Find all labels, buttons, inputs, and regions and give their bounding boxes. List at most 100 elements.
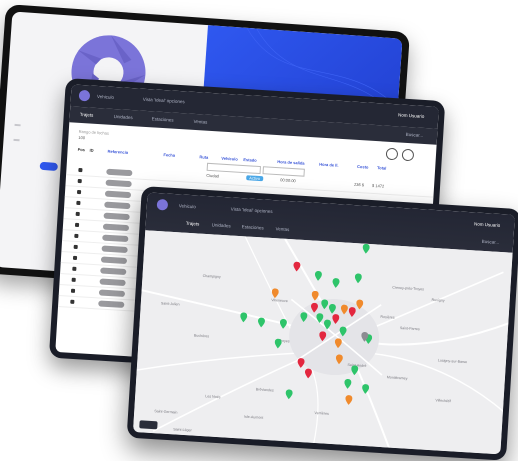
tab-unidades[interactable]: Unidades <box>114 114 133 120</box>
col-pos[interactable]: Pos <box>78 147 86 152</box>
row-checkbox[interactable] <box>71 277 76 282</box>
green-map-pin-icon[interactable] <box>314 271 323 281</box>
row-checkbox[interactable] <box>73 244 78 250</box>
add-button[interactable] <box>385 147 399 161</box>
password-field-line[interactable] <box>13 138 20 142</box>
status-filter[interactable] <box>262 166 305 177</box>
row-reference-placeholder <box>104 190 132 199</box>
green-map-pin-icon[interactable] <box>344 379 352 389</box>
green-map-pin-icon[interactable] <box>332 278 340 288</box>
col-llegada[interactable]: Hora de ll. <box>319 162 339 168</box>
row-reference-placeholder <box>106 168 133 177</box>
row-reference-placeholder <box>101 245 128 254</box>
row-reference-placeholder <box>103 212 130 221</box>
col-id[interactable]: ID <box>89 148 93 153</box>
refresh-icon[interactable] <box>401 148 415 162</box>
row-checkbox[interactable] <box>78 167 83 173</box>
row-reference-placeholder <box>100 256 128 265</box>
row-checkbox[interactable] <box>72 255 78 261</box>
orange-map-pin-icon[interactable] <box>311 290 319 301</box>
row-reference-placeholder <box>102 223 130 232</box>
green-map-pin-icon[interactable] <box>321 299 329 310</box>
place-label: Villechétif <box>435 398 451 404</box>
map-roads <box>136 236 511 455</box>
view-selector[interactable]: Vista 'Ideal' opciones <box>143 97 185 105</box>
red-map-pin-icon[interactable] <box>293 261 301 272</box>
green-map-pin-icon[interactable] <box>339 326 347 337</box>
tab-trajets[interactable]: Trajets <box>186 221 200 227</box>
tab-trajets[interactable]: Trajets <box>80 112 94 118</box>
app-name: Vehiculo <box>178 203 196 210</box>
row-checkbox[interactable] <box>72 266 77 271</box>
row-reference-placeholder <box>104 201 131 210</box>
green-map-pin-icon[interactable] <box>257 317 266 328</box>
col-fecha[interactable]: Fecha <box>163 152 175 158</box>
orange-map-pin-icon[interactable] <box>356 299 364 310</box>
col-referencia[interactable]: Referencia <box>107 149 128 155</box>
row-reference-placeholder <box>105 179 132 188</box>
orange-map-pin-icon[interactable] <box>335 354 343 365</box>
login-button[interactable] <box>39 161 59 171</box>
orange-map-pin-icon[interactable] <box>271 288 279 299</box>
green-map-pin-icon[interactable] <box>316 313 324 323</box>
row-checkbox[interactable] <box>74 222 80 228</box>
green-map-pin-icon[interactable] <box>240 312 248 323</box>
col-total[interactable]: Total <box>377 165 387 171</box>
red-map-pin-icon[interactable] <box>297 358 305 368</box>
place-label: Ruvigny <box>431 297 445 303</box>
search-input[interactable]: Buscar... <box>406 132 424 138</box>
zoom-controls[interactable] <box>139 420 158 430</box>
filter-select[interactable]: 100 <box>78 135 85 140</box>
tab-estaciones[interactable]: Estaciones <box>242 224 264 230</box>
row-total: $ 1472 <box>371 182 385 189</box>
row-checkbox[interactable] <box>76 189 82 195</box>
row-cost: 236 $ <box>353 181 365 188</box>
view-selector[interactable]: Vista 'Ideal' opciones <box>231 206 273 214</box>
green-map-pin-icon[interactable] <box>328 303 337 314</box>
orange-map-pin-icon[interactable] <box>345 395 353 405</box>
tab-ventas[interactable]: Ventas <box>275 226 289 232</box>
red-map-pin-icon[interactable] <box>310 302 319 313</box>
red-map-pin-icon[interactable] <box>304 368 313 379</box>
orange-map-pin-icon[interactable] <box>334 338 342 349</box>
green-map-pin-icon[interactable] <box>351 365 359 376</box>
row-checkbox[interactable] <box>74 233 79 239</box>
app-logo-icon <box>156 198 169 211</box>
row-reference-placeholder <box>100 267 127 276</box>
row-checkbox[interactable] <box>70 299 75 304</box>
col-ruta[interactable]: Ruta <box>199 154 208 160</box>
col-costo[interactable]: Costo <box>357 164 369 170</box>
red-map-pin-icon[interactable] <box>332 314 340 324</box>
col-vehiculo[interactable]: Vehículo <box>221 156 238 162</box>
user-name[interactable]: Nom Usuario <box>474 221 501 228</box>
gray-map-pin-icon[interactable] <box>361 331 369 342</box>
red-map-pin-icon[interactable] <box>348 307 356 317</box>
map-view[interactable]: Champigny Villeneuve Creney-près-Troyes Ruv… <box>132 230 513 455</box>
tab-estaciones[interactable]: Estaciones <box>152 116 174 122</box>
green-map-pin-icon[interactable] <box>300 312 308 323</box>
email-field-line[interactable] <box>14 123 21 127</box>
green-map-pin-icon[interactable] <box>285 389 293 400</box>
red-map-pin-icon[interactable] <box>319 331 327 342</box>
row-route: Ciudad <box>206 172 220 179</box>
row-checkbox[interactable] <box>70 288 76 293</box>
green-map-pin-icon[interactable] <box>274 338 282 349</box>
status-badge: Activo <box>246 175 264 182</box>
search-input[interactable]: Buscar... <box>482 239 500 245</box>
orange-map-pin-icon[interactable] <box>340 304 349 315</box>
row-checkbox[interactable] <box>77 178 82 184</box>
green-map-pin-icon[interactable] <box>279 318 288 329</box>
green-map-pin-icon[interactable] <box>362 243 370 254</box>
place-label: Rosières <box>380 314 395 320</box>
green-map-pin-icon[interactable] <box>362 384 370 394</box>
tab-unidades[interactable]: Unidades <box>212 222 231 228</box>
row-checkbox[interactable] <box>75 211 80 217</box>
green-map-pin-icon[interactable] <box>354 273 362 284</box>
col-estado[interactable]: Estado <box>243 157 257 163</box>
col-salida[interactable]: Hora de salida <box>277 159 305 166</box>
row-time: 00:00:00 <box>280 177 296 184</box>
green-map-pin-icon[interactable] <box>323 319 332 330</box>
user-name[interactable]: Nom Usuario <box>398 112 425 119</box>
tab-ventas[interactable]: Ventas <box>193 119 207 125</box>
row-checkbox[interactable] <box>76 200 81 206</box>
